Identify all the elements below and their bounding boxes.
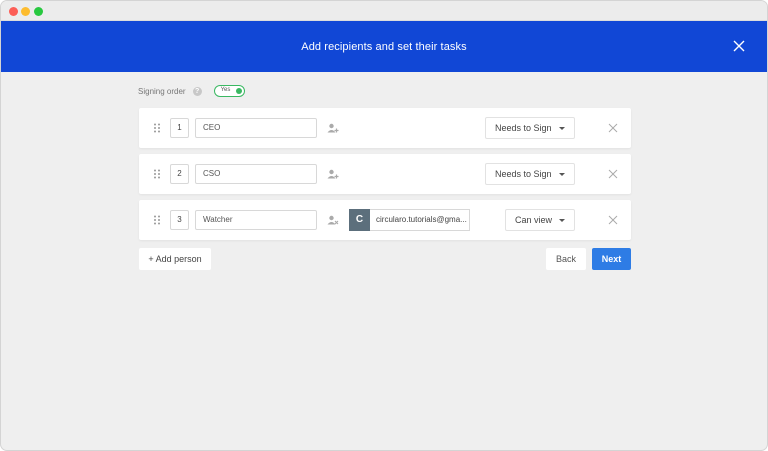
help-icon[interactable]: ? bbox=[192, 86, 202, 96]
signing-order-toggle[interactable]: Yes bbox=[213, 85, 245, 97]
drag-handle-icon[interactable] bbox=[153, 169, 161, 179]
app-window: Add recipients and set their tasks Signi… bbox=[1, 1, 767, 450]
order-number[interactable]: 2 bbox=[170, 164, 189, 184]
chevron-down-icon bbox=[558, 126, 565, 130]
drag-handle-icon[interactable] bbox=[153, 123, 161, 133]
task-dropdown[interactable]: Needs to Sign bbox=[485, 163, 575, 185]
task-dropdown-label: Needs to Sign bbox=[495, 123, 552, 133]
dialog-title: Add recipients and set their tasks bbox=[301, 40, 467, 53]
recipient-card: 1 CEO Needs to Sign bbox=[139, 108, 631, 148]
window-minimize-button[interactable] bbox=[21, 7, 30, 16]
role-input[interactable]: CSO bbox=[195, 164, 317, 184]
chevron-down-icon bbox=[559, 218, 566, 222]
task-dropdown-label: Needs to Sign bbox=[495, 169, 552, 179]
add-contact-icon[interactable] bbox=[327, 123, 339, 133]
avatar: C bbox=[349, 209, 370, 231]
contact-email[interactable]: circularo.tutorials@gma... bbox=[370, 209, 470, 231]
remove-icon[interactable] bbox=[608, 123, 618, 133]
toggle-label: Yes bbox=[220, 87, 231, 93]
drag-handle-icon[interactable] bbox=[153, 215, 161, 225]
role-input[interactable]: CEO bbox=[195, 118, 317, 138]
task-dropdown[interactable]: Needs to Sign bbox=[485, 117, 575, 139]
order-number[interactable]: 1 bbox=[170, 118, 189, 138]
toggle-knob bbox=[235, 88, 242, 94]
signing-order-label: Signing order bbox=[138, 86, 186, 96]
window-close-button[interactable] bbox=[9, 7, 18, 16]
task-dropdown-label: Can view bbox=[515, 215, 553, 225]
window-maximize-button[interactable] bbox=[34, 7, 43, 16]
add-contact-icon[interactable] bbox=[327, 169, 339, 179]
add-person-button[interactable]: + Add person bbox=[139, 248, 211, 270]
recipient-card: 3 Watcher C circularo.tutorials@gma... C… bbox=[139, 200, 631, 240]
chevron-down-icon bbox=[558, 172, 565, 176]
remove-icon[interactable] bbox=[608, 215, 618, 225]
title-bar bbox=[1, 1, 767, 21]
recipient-card: 2 CSO Needs to Sign bbox=[139, 154, 631, 194]
signing-order-row: Signing order ? Yes bbox=[138, 84, 245, 98]
remove-contact-icon[interactable] bbox=[327, 215, 339, 225]
role-input[interactable]: Watcher bbox=[195, 210, 317, 230]
remove-icon[interactable] bbox=[608, 169, 618, 179]
next-button[interactable]: Next bbox=[592, 248, 631, 270]
dialog-header: Add recipients and set their tasks bbox=[1, 21, 767, 72]
back-button[interactable]: Back bbox=[546, 248, 586, 270]
order-number[interactable]: 3 bbox=[170, 210, 189, 230]
close-icon[interactable] bbox=[733, 40, 745, 52]
task-dropdown[interactable]: Can view bbox=[505, 209, 576, 231]
